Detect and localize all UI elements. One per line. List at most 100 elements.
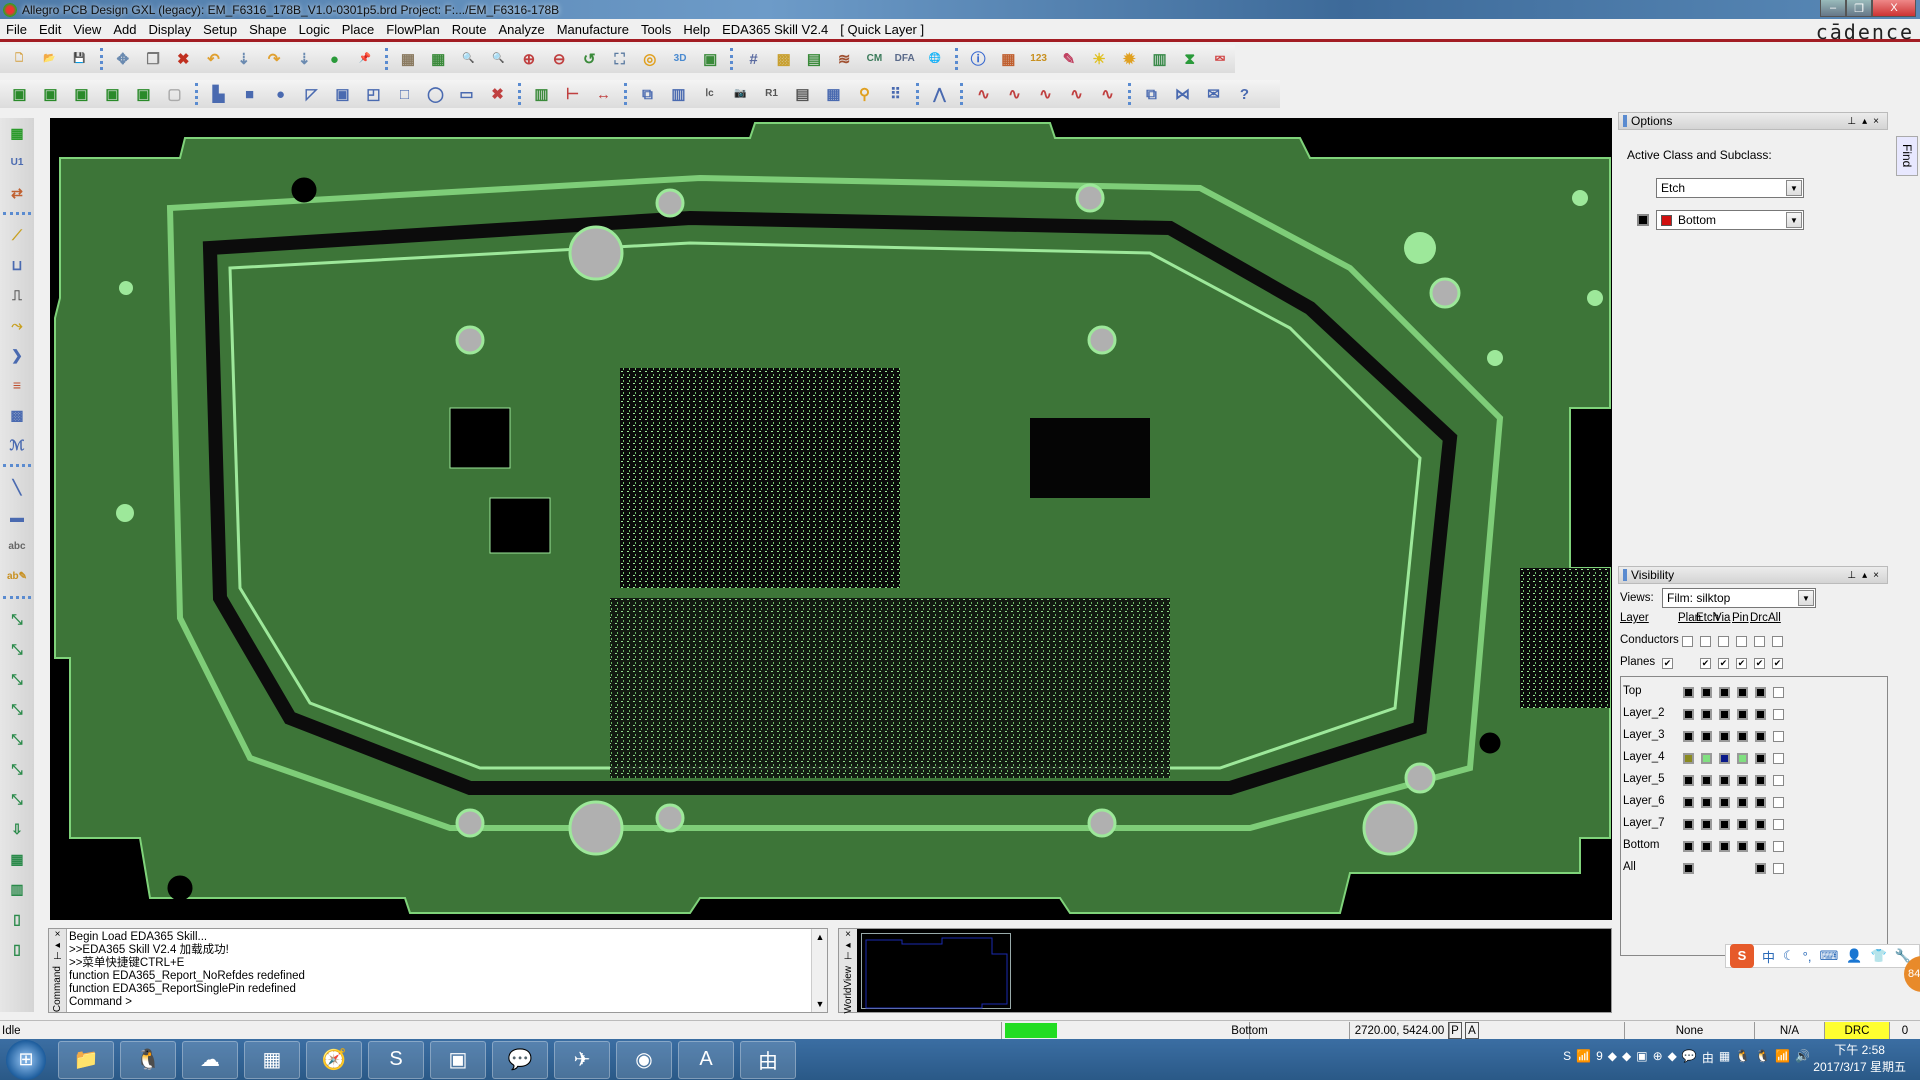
conductors-checkbox[interactable] <box>1754 636 1765 647</box>
bowtie-icon[interactable]: ⋈ <box>1170 82 1196 106</box>
select-icon[interactable]: ⮹ <box>1207 47 1232 71</box>
highlight-icon[interactable]: ✎ <box>1056 47 1081 71</box>
float-icon[interactable]: ◂ <box>845 940 850 951</box>
tray-icon[interactable]: ◆ <box>1668 1049 1677 1066</box>
dehighlight-icon[interactable]: ✹ <box>1117 47 1142 71</box>
web-icon[interactable]: 🌐 <box>922 47 947 71</box>
column-all[interactable]: All <box>1768 612 1781 624</box>
planes-checkbox[interactable]: ✔ <box>1662 658 1673 669</box>
net-refresh-icon[interactable]: ⤡ <box>4 726 30 752</box>
column-via[interactable]: Via <box>1714 612 1730 624</box>
place-swap-icon[interactable]: ⇄ <box>4 180 30 206</box>
merge-shapes-icon[interactable]: ▭ <box>454 82 480 106</box>
fanout-icon[interactable]: ▩ <box>4 402 30 428</box>
vertex-icon[interactable]: ❯ <box>4 342 30 368</box>
layer-color-checkbox[interactable] <box>1701 841 1712 852</box>
tray-icon[interactable]: 📶 <box>1775 1049 1790 1066</box>
tray-icon[interactable]: 🔊 <box>1795 1049 1810 1066</box>
zoom-out-icon[interactable]: ⊖ <box>546 47 571 71</box>
text-editor-icon[interactable]: A <box>678 1040 734 1079</box>
allegro-pcb-icon[interactable]: ✈ <box>554 1040 610 1079</box>
menu-flowplan[interactable]: FlowPlan <box>380 22 445 37</box>
cleanup-icon[interactable]: ∿ <box>1095 82 1121 106</box>
stackup-icon[interactable]: ≋ <box>832 47 857 71</box>
menu-file[interactable]: File <box>0 22 33 37</box>
ratsnest-icon[interactable]: ● <box>322 47 347 71</box>
layer-column-header[interactable]: Layer <box>1620 612 1649 624</box>
wps-icon[interactable]: S <box>368 1040 424 1079</box>
layer-color-checkbox[interactable] <box>1755 687 1766 698</box>
timing-icon[interactable]: ∿ <box>1064 82 1090 106</box>
layer-color-checkbox[interactable] <box>1683 863 1694 874</box>
tray-icon[interactable]: 🐧 <box>1755 1049 1770 1066</box>
new-icon[interactable]: 🗋 <box>7 47 32 71</box>
add-rect-icon[interactable]: ▙ <box>206 82 232 106</box>
pin-icon[interactable]: 📌 <box>352 47 377 71</box>
layer-color-checkbox[interactable] <box>1719 819 1730 830</box>
serpentine-icon[interactable]: ℳ <box>4 432 30 458</box>
layer-color-checkbox[interactable] <box>1737 841 1748 852</box>
show-element-icon[interactable]: ⓘ <box>966 47 991 71</box>
undo-icon[interactable]: ↶ <box>201 47 226 71</box>
restore-button[interactable]: ❐ <box>1846 0 1872 17</box>
menu-view[interactable]: View <box>67 22 107 37</box>
class-dropdown[interactable]: Etch ▼ <box>1656 178 1804 198</box>
layer-color-checkbox[interactable] <box>1701 731 1712 742</box>
shape-outline-icon[interactable]: □ <box>392 82 418 106</box>
layer-color-checkbox[interactable] <box>1719 709 1730 720</box>
menu-eda365-skill-v2-4[interactable]: EDA365 Skill V2.4 <box>716 22 834 37</box>
zoom-prev-icon[interactable]: ↺ <box>577 47 602 71</box>
layer-color-checkbox[interactable] <box>1737 797 1748 808</box>
menu-place[interactable]: Place <box>336 22 381 37</box>
layer-color-checkbox[interactable] <box>1755 797 1766 808</box>
list-icon[interactable]: ▤ <box>790 82 816 106</box>
menu-display[interactable]: Display <box>142 22 197 37</box>
layer-color-checkbox[interactable] <box>1719 731 1730 742</box>
layer-all-checkbox[interactable] <box>1773 709 1784 720</box>
menu-logic[interactable]: Logic <box>293 22 336 37</box>
layer-color-checkbox[interactable] <box>1755 863 1766 874</box>
layer-all-checkbox[interactable] <box>1773 687 1784 698</box>
save-icon[interactable]: 💾 <box>67 47 92 71</box>
zoom-in-icon[interactable]: ⊕ <box>516 47 541 71</box>
measure-icon[interactable]: 123 <box>1026 47 1051 71</box>
refdes-icon[interactable]: R1 <box>759 82 785 106</box>
open-icon[interactable]: 📂 <box>37 47 62 71</box>
tray-icon[interactable]: S <box>1563 1049 1571 1066</box>
custom-smooth-icon[interactable]: ⤳ <box>4 312 30 338</box>
subclass-color-checkbox[interactable] <box>1637 214 1649 226</box>
conductors-checkbox[interactable] <box>1700 636 1711 647</box>
scroll-down-icon[interactable]: ▼ <box>812 996 828 1012</box>
layer-color-checkbox[interactable] <box>1719 841 1730 852</box>
layer-color-checkbox[interactable] <box>1737 819 1748 830</box>
redo-down-icon[interactable]: ⇣ <box>292 47 317 71</box>
layer-color-checkbox[interactable] <box>1737 775 1748 786</box>
copy-icon[interactable]: ❐ <box>140 47 165 71</box>
menu-quick-layer[interactable]: [ Quick Layer ] <box>834 22 930 37</box>
net-icon[interactable]: ⤡ <box>4 636 30 662</box>
layer-all-checkbox[interactable] <box>1773 797 1784 808</box>
move-icon[interactable]: ✥ <box>110 47 135 71</box>
tray-icon[interactable]: 📶 <box>1576 1049 1591 1066</box>
tray-icon[interactable]: ◆ <box>1608 1049 1617 1066</box>
tray-icon[interactable]: 9 <box>1596 1049 1603 1066</box>
layer-priority-icon[interactable]: ▤ <box>801 47 826 71</box>
layer-color-checkbox[interactable] <box>1755 775 1766 786</box>
minimize-button[interactable]: – <box>1820 0 1846 17</box>
pcb-design-canvas[interactable] <box>50 118 1612 920</box>
command-output[interactable]: Begin Load EDA365 Skill... >>EDA365 Skill… <box>69 931 305 1009</box>
ime-item-icon[interactable]: °, <box>1803 949 1812 964</box>
help-icon[interactable]: ? <box>1232 82 1258 106</box>
net-document-icon[interactable]: ⤡ <box>4 756 30 782</box>
ime-item-icon[interactable]: 👕 <box>1870 948 1886 964</box>
layer-color-checkbox[interactable] <box>1719 775 1730 786</box>
manual-void-icon[interactable]: ▣ <box>330 82 356 106</box>
layer-color-checkbox[interactable] <box>1737 753 1748 764</box>
net-download-icon[interactable]: ⇩ <box>4 816 30 842</box>
close-button[interactable]: X <box>1872 0 1916 17</box>
line-icon[interactable]: ╲ <box>4 474 30 500</box>
conductors-checkbox[interactable] <box>1736 636 1747 647</box>
layer-all-checkbox[interactable] <box>1773 863 1784 874</box>
ime-item-icon[interactable]: ☾ <box>1783 948 1795 964</box>
planes-checkbox[interactable]: ✔ <box>1700 658 1711 669</box>
